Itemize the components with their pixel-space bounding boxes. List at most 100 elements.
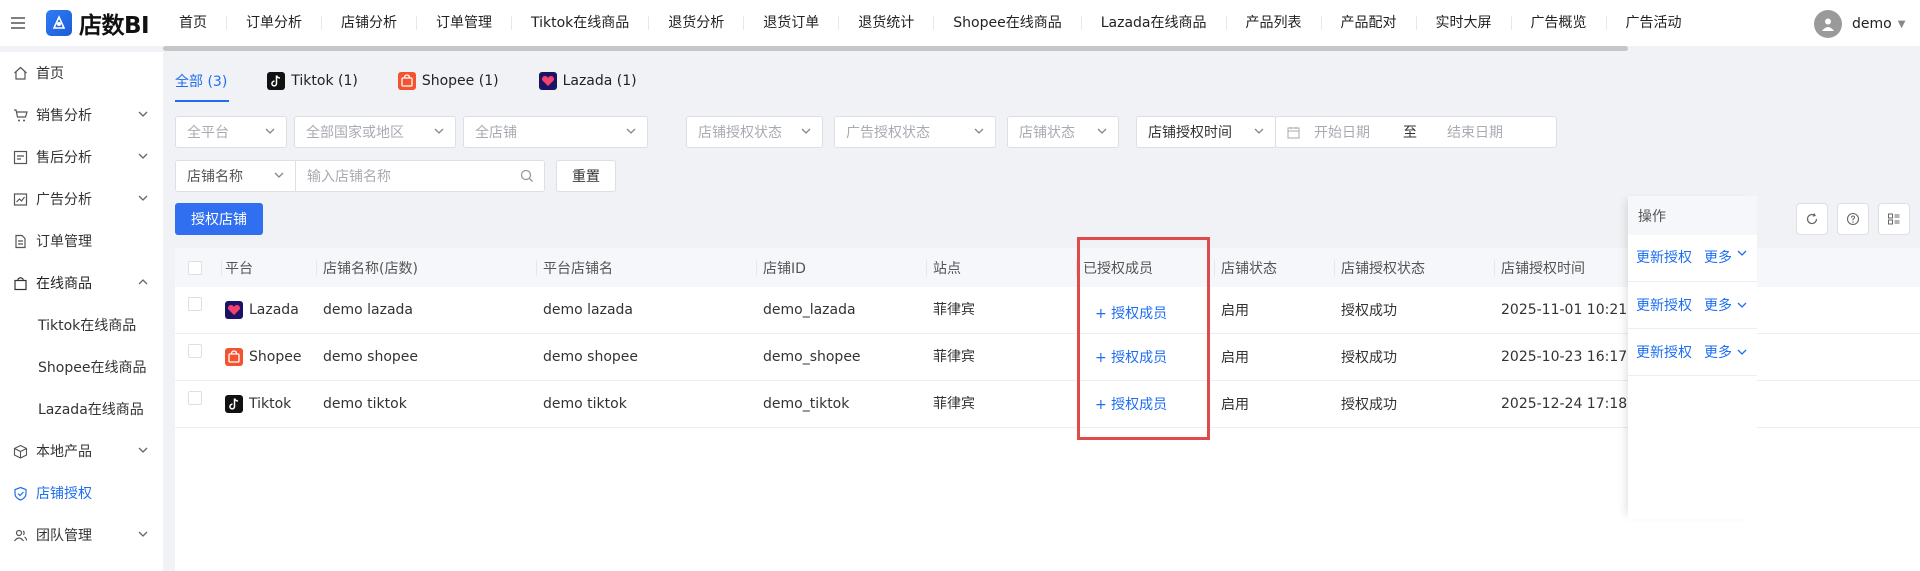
- start-date-input[interactable]: 开始日期: [1314, 122, 1389, 142]
- sidebar-item[interactable]: 广告分析: [0, 178, 163, 220]
- topnav-item[interactable]: 广告概览: [1512, 16, 1607, 30]
- platform-tab[interactable]: Shopee (1): [397, 72, 499, 90]
- column-settings-button[interactable]: [1878, 203, 1910, 235]
- chevron-down-icon: [1253, 125, 1265, 141]
- ad-auth-status-select[interactable]: 广告授权状态: [834, 116, 996, 148]
- chevron-down-icon: [137, 192, 149, 208]
- country-select[interactable]: 全部国家或地区: [294, 116, 456, 148]
- topnav-item[interactable]: Shopee在线商品: [934, 16, 1082, 30]
- cell-auth-status: 授权成功: [1341, 350, 1397, 366]
- topnav-item[interactable]: 退货分析: [649, 16, 745, 30]
- app-logo[interactable]: 店数BI: [36, 0, 162, 46]
- column-header: 店铺授权状态: [1341, 260, 1425, 277]
- topnav-item[interactable]: 退货订单: [744, 16, 840, 30]
- topnav-item[interactable]: 产品配对: [1322, 16, 1417, 30]
- cell-platform-shop-name: demo shopee: [543, 349, 638, 365]
- help-button[interactable]: [1837, 203, 1869, 235]
- topnav-item[interactable]: 首页: [164, 16, 227, 30]
- more-actions-link[interactable]: 更多: [1704, 295, 1732, 315]
- sidebar-item[interactable]: 售后分析: [0, 136, 163, 178]
- topnav-item[interactable]: 退货统计: [839, 16, 935, 30]
- date-range-picker[interactable]: 开始日期 至 结束日期: [1275, 116, 1557, 148]
- refresh-button[interactable]: [1796, 203, 1828, 235]
- cell-shop-id: demo_tiktok: [763, 396, 850, 412]
- chevron-up-icon: [137, 276, 149, 292]
- menu-toggle-icon[interactable]: [0, 0, 36, 46]
- sidebar-item[interactable]: 订单管理: [0, 220, 163, 262]
- top-nav-scrollbar[interactable]: [163, 46, 1628, 51]
- end-date-input[interactable]: 结束日期: [1447, 122, 1503, 142]
- box-icon: [12, 443, 28, 459]
- column-separator: [316, 260, 317, 276]
- sidebar-subitem[interactable]: Lazada在线商品: [0, 388, 163, 430]
- topnav-item[interactable]: 订单管理: [417, 16, 512, 30]
- renew-auth-link[interactable]: 更新授权: [1636, 342, 1692, 362]
- more-actions-link[interactable]: 更多: [1704, 342, 1732, 362]
- select-all-checkbox[interactable]: [188, 248, 202, 287]
- team-icon: [12, 527, 28, 543]
- row-checkbox-cell[interactable]: [188, 287, 202, 333]
- sidebar-item-label: 售后分析: [36, 150, 92, 166]
- column-header: 店铺授权时间: [1501, 260, 1585, 277]
- user-name: demo: [1852, 16, 1892, 32]
- shop-select[interactable]: 全店铺: [463, 116, 648, 148]
- topnav-item[interactable]: 实时大屏: [1417, 16, 1512, 30]
- sidebar-item[interactable]: 本地产品: [0, 430, 163, 472]
- platform-name: Tiktok: [249, 396, 292, 412]
- authorize-shop-button[interactable]: 授权店铺: [175, 203, 263, 235]
- calendar-icon: [1287, 126, 1300, 139]
- tab-label: Lazada (1): [562, 73, 637, 89]
- sidebar-item-label: 店铺授权: [36, 486, 92, 502]
- search-input[interactable]: 输入店铺名称: [295, 160, 545, 192]
- sidebar-item[interactable]: 团队管理: [0, 514, 163, 556]
- platform-tab[interactable]: 全部 (3): [175, 71, 227, 91]
- ad-chart-icon: [12, 191, 28, 207]
- sidebar-subitem[interactable]: Tiktok在线商品: [0, 304, 163, 346]
- topnav-item[interactable]: 产品列表: [1227, 16, 1322, 30]
- shop-auth-status-select[interactable]: 店铺授权状态: [686, 116, 823, 148]
- topnav-item[interactable]: 订单分析: [227, 16, 322, 30]
- topnav-item[interactable]: Tiktok在线商品: [512, 16, 650, 30]
- platform-tab[interactable]: Lazada (1): [538, 72, 637, 90]
- chevron-down-icon[interactable]: [1736, 346, 1748, 358]
- sidebar-item-label: 订单管理: [36, 234, 92, 250]
- checkbox[interactable]: [188, 391, 202, 405]
- search-icon[interactable]: [520, 169, 534, 183]
- shop-status-select[interactable]: 店铺状态: [1007, 116, 1119, 148]
- platform-select[interactable]: 全平台: [175, 116, 287, 148]
- topnav-item[interactable]: Lazada在线商品: [1082, 16, 1227, 30]
- chevron-down-icon[interactable]: [1736, 299, 1748, 311]
- chevron-down-icon[interactable]: [1736, 247, 1748, 259]
- user-menu[interactable]: demo ▼: [1814, 10, 1905, 38]
- row-checkbox-cell[interactable]: [188, 381, 202, 427]
- document-icon: [12, 233, 28, 249]
- column-separator: [1494, 260, 1495, 276]
- sidebar-item-label: 首页: [36, 66, 64, 82]
- cell-shop-name: demo lazada: [323, 302, 414, 318]
- checkbox[interactable]: [188, 297, 202, 311]
- shop-bag-icon: [12, 275, 28, 291]
- time-type-select[interactable]: 店铺授权时间: [1136, 116, 1276, 148]
- column-separator: [756, 260, 757, 276]
- renew-auth-link[interactable]: 更新授权: [1636, 247, 1692, 267]
- search-field-select[interactable]: 店铺名称: [175, 160, 295, 192]
- checkbox[interactable]: [188, 344, 202, 358]
- topnav-item[interactable]: 店铺分析: [322, 16, 417, 30]
- platform-tab[interactable]: Tiktok (1): [267, 72, 358, 90]
- sidebar-item-label: 在线商品: [36, 276, 92, 292]
- shop-auth-status-value: 店铺授权状态: [698, 125, 782, 141]
- checkbox[interactable]: [188, 260, 202, 275]
- sidebar-subitem[interactable]: Shopee在线商品: [0, 346, 163, 388]
- row-actions: 更新授权 更多: [1628, 329, 1757, 376]
- sidebar-item[interactable]: 销售分析: [0, 94, 163, 136]
- more-actions-link[interactable]: 更多: [1704, 247, 1732, 267]
- sidebar-item[interactable]: 店铺授权: [0, 472, 163, 514]
- platform-select-value: 全平台: [187, 125, 229, 141]
- row-checkbox-cell[interactable]: [188, 334, 202, 380]
- topnav-item[interactable]: 广告活动: [1607, 16, 1701, 30]
- chevron-down-icon: [137, 528, 149, 544]
- sidebar-item[interactable]: 首页: [0, 52, 163, 94]
- reset-button[interactable]: 重置: [556, 160, 616, 192]
- renew-auth-link[interactable]: 更新授权: [1636, 295, 1692, 315]
- sidebar-item[interactable]: 在线商品: [0, 262, 163, 304]
